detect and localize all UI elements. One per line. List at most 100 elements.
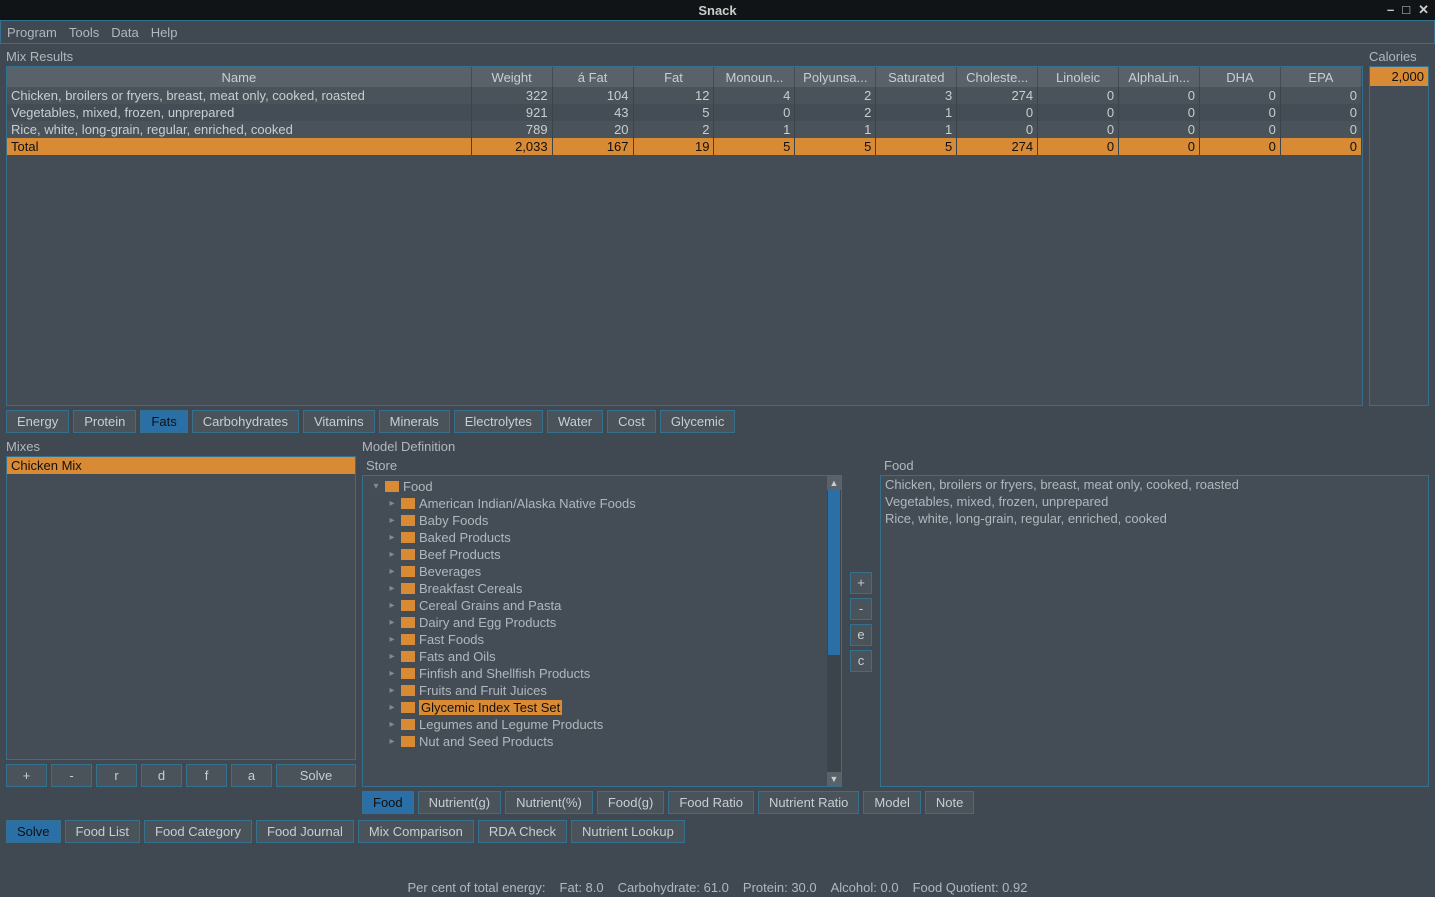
mix-results-table[interactable]: NameWeightá FatFatMonoun...Polyunsa...Sa…: [7, 67, 1362, 155]
folder-icon: [401, 532, 415, 543]
model-tab-foodratio[interactable]: Food Ratio: [668, 791, 754, 814]
mix-col-header[interactable]: Linoleic: [1038, 67, 1119, 87]
menu-program[interactable]: Program: [7, 25, 57, 40]
model-tab-nutrient[interactable]: Nutrient(%): [505, 791, 593, 814]
tree-item[interactable]: ▸Glycemic Index Test Set: [363, 699, 841, 716]
tree-item[interactable]: ▸Legumes and Legume Products: [363, 716, 841, 733]
tree-item[interactable]: ▾Food: [363, 478, 841, 495]
tree-item[interactable]: ▸Fruits and Fruit Juices: [363, 682, 841, 699]
tab-electrolytes[interactable]: Electrolytes: [454, 410, 543, 433]
tree-item[interactable]: ▸Cereal Grains and Pasta: [363, 597, 841, 614]
close-icon[interactable]: ✕: [1418, 2, 1429, 18]
mix-col-header[interactable]: Saturated: [876, 67, 957, 87]
mix-col-header[interactable]: Weight: [471, 67, 552, 87]
folder-icon: [401, 651, 415, 662]
store-tree[interactable]: ▾Food▸American Indian/Alaska Native Food…: [362, 475, 842, 787]
tab-cost[interactable]: Cost: [607, 410, 656, 433]
model-tab-nutrientratio[interactable]: Nutrient Ratio: [758, 791, 859, 814]
mix-col-header[interactable]: EPA: [1280, 67, 1361, 87]
store-btn--[interactable]: -: [850, 598, 872, 620]
tab-energy[interactable]: Energy: [6, 410, 69, 433]
folder-icon: [401, 702, 415, 713]
folder-icon: [401, 515, 415, 526]
tree-item[interactable]: ▸Fast Foods: [363, 631, 841, 648]
food-item[interactable]: Vegetables, mixed, frozen, unprepared: [881, 493, 1428, 510]
menu-tools[interactable]: Tools: [69, 25, 99, 40]
status-fat: Fat: 8.0: [560, 880, 604, 895]
minimize-icon[interactable]: –: [1387, 2, 1394, 18]
bottom-tabs: SolveFood ListFood CategoryFood JournalM…: [0, 814, 1435, 843]
tree-item[interactable]: ▸Fats and Oils: [363, 648, 841, 665]
bottom-tab-mix-comparison[interactable]: Mix Comparison: [358, 820, 474, 843]
bottom-tab-food-journal[interactable]: Food Journal: [256, 820, 354, 843]
tab-glycemic[interactable]: Glycemic: [660, 410, 735, 433]
tab-fats[interactable]: Fats: [140, 410, 187, 433]
mixes-btn-f[interactable]: f: [186, 764, 227, 787]
model-tab-foodg[interactable]: Food(g): [597, 791, 665, 814]
mix-col-header[interactable]: Choleste...: [957, 67, 1038, 87]
bottom-tab-rda-check[interactable]: RDA Check: [478, 820, 567, 843]
tab-carbohydrates[interactable]: Carbohydrates: [192, 410, 299, 433]
food-item[interactable]: Chicken, broilers or fryers, breast, mea…: [881, 476, 1428, 493]
maximize-icon[interactable]: □: [1402, 2, 1410, 18]
bottom-tab-nutrient-lookup[interactable]: Nutrient Lookup: [571, 820, 685, 843]
tree-item[interactable]: ▸Beef Products: [363, 546, 841, 563]
mixes-btn-solve[interactable]: Solve: [276, 764, 356, 787]
tree-item[interactable]: ▸Baked Products: [363, 529, 841, 546]
tab-vitamins[interactable]: Vitamins: [303, 410, 375, 433]
table-row[interactable]: Vegetables, mixed, frozen, unprepared921…: [7, 104, 1362, 121]
store-btn-e[interactable]: e: [850, 624, 872, 646]
model-tabs: FoodNutrient(g)Nutrient(%)Food(g)Food Ra…: [0, 787, 1435, 814]
mix-col-header[interactable]: DHA: [1199, 67, 1280, 87]
tree-item[interactable]: ▸Dairy and Egg Products: [363, 614, 841, 631]
folder-icon: [401, 736, 415, 747]
model-tab-model[interactable]: Model: [863, 791, 920, 814]
scroll-down-icon[interactable]: ▼: [827, 772, 841, 786]
tree-item[interactable]: ▸American Indian/Alaska Native Foods: [363, 495, 841, 512]
calories-label: Calories: [1369, 47, 1429, 66]
tab-protein[interactable]: Protein: [73, 410, 136, 433]
tree-item[interactable]: ▸Baby Foods: [363, 512, 841, 529]
tab-minerals[interactable]: Minerals: [379, 410, 450, 433]
folder-icon: [401, 566, 415, 577]
tab-water[interactable]: Water: [547, 410, 603, 433]
table-row[interactable]: Rice, white, long-grain, regular, enrich…: [7, 121, 1362, 138]
mixes-btn-+[interactable]: +: [6, 764, 47, 787]
mix-col-header[interactable]: Fat: [633, 67, 714, 87]
bottom-tab-solve[interactable]: Solve: [6, 820, 61, 843]
mix-col-header[interactable]: Monoun...: [714, 67, 795, 87]
model-tab-note[interactable]: Note: [925, 791, 974, 814]
scrollbar[interactable]: ▲ ▼: [827, 476, 841, 786]
menu-data[interactable]: Data: [111, 25, 138, 40]
mix-col-header[interactable]: AlphaLin...: [1119, 67, 1200, 87]
menu-help[interactable]: Help: [151, 25, 178, 40]
status-protein: Protein: 30.0: [743, 880, 817, 895]
mixes-btn-a[interactable]: a: [231, 764, 272, 787]
mixes-item[interactable]: Chicken Mix: [7, 457, 355, 474]
mix-col-header[interactable]: á Fat: [552, 67, 633, 87]
tree-item[interactable]: ▸Beverages: [363, 563, 841, 580]
mixes-list[interactable]: Chicken Mix: [6, 456, 356, 760]
mix-col-header[interactable]: Polyunsa...: [795, 67, 876, 87]
mixes-label: Mixes: [6, 437, 356, 456]
mixes-btn-r[interactable]: r: [96, 764, 137, 787]
mix-col-header[interactable]: Name: [7, 67, 471, 87]
tree-item[interactable]: ▸Finfish and Shellfish Products: [363, 665, 841, 682]
food-item[interactable]: Rice, white, long-grain, regular, enrich…: [881, 510, 1428, 527]
model-tab-nutrientg[interactable]: Nutrient(g): [418, 791, 501, 814]
store-btn-c[interactable]: c: [850, 650, 872, 672]
food-list[interactable]: Chicken, broilers or fryers, breast, mea…: [880, 475, 1429, 787]
tree-item[interactable]: ▸Breakfast Cereals: [363, 580, 841, 597]
tree-item[interactable]: ▸Nut and Seed Products: [363, 733, 841, 750]
table-total-row: Total2,033167195552740000: [7, 138, 1362, 155]
bottom-tab-food-category[interactable]: Food Category: [144, 820, 252, 843]
table-row[interactable]: Chicken, broilers or fryers, breast, mea…: [7, 87, 1362, 104]
model-tab-food[interactable]: Food: [362, 791, 414, 814]
store-btn-+[interactable]: +: [850, 572, 872, 594]
folder-icon: [401, 498, 415, 509]
mixes-btn-d[interactable]: d: [141, 764, 182, 787]
bottom-tab-food-list[interactable]: Food List: [65, 820, 140, 843]
scroll-thumb[interactable]: [828, 490, 840, 655]
mixes-btn--[interactable]: -: [51, 764, 92, 787]
scroll-up-icon[interactable]: ▲: [827, 476, 841, 490]
